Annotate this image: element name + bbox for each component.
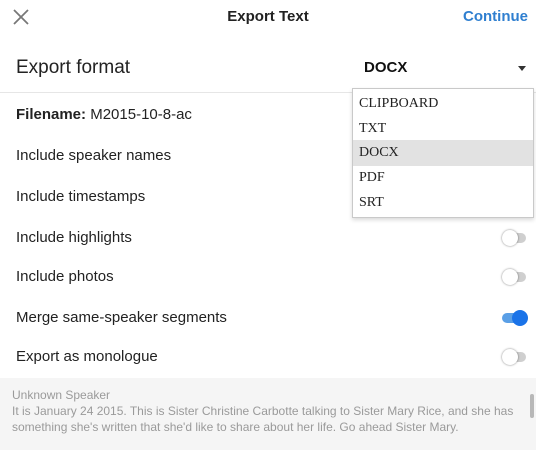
- option-row-monologue: Export as monologue: [0, 338, 536, 376]
- format-option-label: PDF: [359, 170, 385, 185]
- option-row-highlights: Include highlights: [0, 219, 536, 257]
- toggle-switch[interactable]: [502, 309, 528, 327]
- format-option-pdf[interactable]: PDF: [353, 165, 533, 191]
- scrollbar[interactable]: [530, 394, 534, 418]
- format-option-label: DOCX: [359, 145, 399, 160]
- header-bar: Export Text Continue: [0, 0, 536, 34]
- export-format-select[interactable]: DOCX: [362, 54, 532, 82]
- filename-value: M2015-10-8-ac: [90, 106, 192, 123]
- format-option-clipboard[interactable]: CLIPBOARD: [353, 91, 533, 117]
- option-label: Include photos: [16, 268, 114, 285]
- filename-label: Filename:: [16, 106, 87, 123]
- option-row-merge-segments: Merge same-speaker segments: [0, 299, 536, 337]
- export-format-dropdown: CLIPBOARD TXT DOCX PDF SRT: [352, 88, 534, 218]
- toggle-switch[interactable]: [502, 229, 526, 247]
- toggle-knob: [502, 230, 518, 246]
- chevron-down-icon: [518, 66, 526, 71]
- filename-field[interactable]: Filename: M2015-10-8-ac: [16, 106, 192, 123]
- option-label: Export as monologue: [16, 348, 158, 365]
- option-label: Merge same-speaker segments: [16, 309, 227, 326]
- export-format-row: Export format DOCX: [0, 44, 536, 93]
- transcript-text: It is January 24 2015. This is Sister Ch…: [12, 404, 514, 434]
- continue-button[interactable]: Continue: [463, 8, 528, 25]
- format-option-label: TXT: [359, 121, 387, 136]
- toggle-switch[interactable]: [502, 268, 526, 286]
- export-format-value: DOCX: [364, 59, 408, 76]
- export-format-label: Export format: [16, 57, 131, 78]
- format-option-docx[interactable]: DOCX: [353, 140, 533, 166]
- toggle-knob: [512, 310, 528, 326]
- page-title: Export Text: [227, 8, 309, 25]
- format-option-srt[interactable]: SRT: [353, 190, 533, 216]
- option-label: Include timestamps: [16, 188, 146, 205]
- toggle-knob: [502, 269, 518, 285]
- transcript-preview: Unknown Speaker It is January 24 2015. T…: [0, 378, 536, 450]
- speaker-name: Unknown Speaker: [12, 388, 111, 402]
- toggle-knob: [502, 349, 518, 365]
- option-row-photos: Include photos: [0, 258, 536, 296]
- format-option-label: CLIPBOARD: [359, 96, 439, 111]
- option-label: Include highlights: [16, 229, 132, 246]
- option-label: Include speaker names: [16, 147, 172, 164]
- format-option-label: SRT: [359, 195, 384, 210]
- format-option-txt[interactable]: TXT: [353, 116, 533, 142]
- toggle-switch[interactable]: [502, 348, 526, 366]
